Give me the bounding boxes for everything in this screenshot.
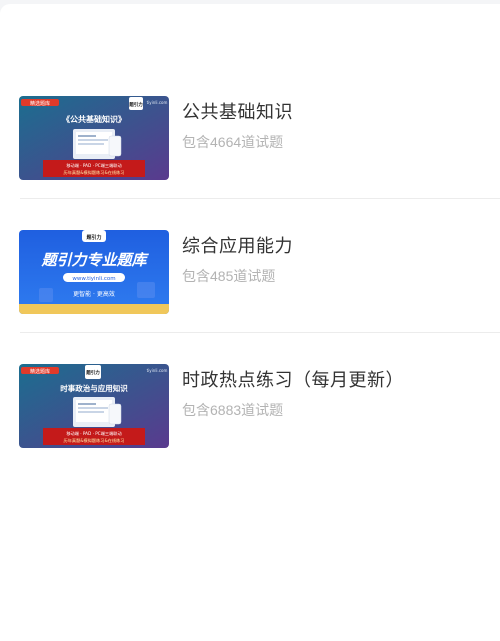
thumbnail-line1: 移动端 · PAD · PC端三端联动 xyxy=(66,430,121,437)
thumbnail-image: 题引力 题引力专业题库 www.tiyinli.com 更智能 · 更高效 xyxy=(19,230,169,314)
thumbnail-image: 精选题库 题引力 tiyinli.com 时事政治与应用知识 移动端 · PAD… xyxy=(19,364,169,448)
thumbnail-line2: 历年真题&模拟题练习&在线练习 xyxy=(64,437,125,444)
thumbnail-site: tiyinli.com xyxy=(147,368,168,373)
item-question-count: 包含6883道试题 xyxy=(182,402,284,418)
thumbnail-heading: 时事政治与应用知识 xyxy=(60,383,128,393)
thumbnail-brand: 题引力 xyxy=(129,101,143,108)
thumbnail-site: www.tiyinli.com xyxy=(72,276,115,282)
course-thumbnail[interactable]: 精选题库 题引力 tiyinli.com 《公共基础知识》 移动端 · PAD … xyxy=(19,96,169,180)
item-question-count: 包含4664道试题 xyxy=(182,134,284,150)
question-bank-list: 精选题库 题引力 tiyinli.com 《公共基础知识》 移动端 · PAD … xyxy=(0,64,500,466)
item-title[interactable]: 公共基础知识 xyxy=(182,98,293,124)
thumbnail-line1: 移动端 · PAD · PC端三端联动 xyxy=(66,162,121,169)
thumbnail-line2: 历年真题&模拟题练习&在线练习 xyxy=(64,169,125,176)
thumbnail-brand: 题引力 xyxy=(86,369,100,376)
thumbnail-tagline: 更智能 · 更高效 xyxy=(73,290,115,298)
thumbnail-logo: 题引力 xyxy=(86,234,101,241)
course-thumbnail[interactable]: 精选题库 题引力 tiyinli.com 时事政治与应用知识 移动端 · PAD… xyxy=(19,364,169,448)
thumbnail-badge: 精选题库 xyxy=(30,368,50,375)
list-item[interactable]: 精选题库 题引力 tiyinli.com 时事政治与应用知识 移动端 · PAD… xyxy=(0,332,500,466)
thumbnail-heading: 《公共基础知识》 xyxy=(62,114,126,124)
thumbnail-image: 精选题库 题引力 tiyinli.com 《公共基础知识》 移动端 · PAD … xyxy=(19,96,169,180)
thumbnail-site: tiyinli.com xyxy=(147,100,168,105)
item-question-count: 包含485道试题 xyxy=(182,268,276,284)
thumbnail-badge: 精选题库 xyxy=(30,100,50,107)
thumbnail-heading: 题引力专业题库 xyxy=(40,251,149,269)
item-title[interactable]: 综合应用能力 xyxy=(182,232,293,258)
course-thumbnail[interactable]: 题引力 题引力专业题库 www.tiyinli.com 更智能 · 更高效 xyxy=(19,230,169,314)
item-title[interactable]: 时政热点练习（每月更新） xyxy=(182,366,404,392)
list-item[interactable]: 精选题库 题引力 tiyinli.com 《公共基础知识》 移动端 · PAD … xyxy=(0,64,500,198)
content-panel: 精选题库 题引力 tiyinli.com 《公共基础知识》 移动端 · PAD … xyxy=(0,4,500,641)
list-item[interactable]: 题引力 题引力专业题库 www.tiyinli.com 更智能 · 更高效 综合… xyxy=(0,198,500,332)
